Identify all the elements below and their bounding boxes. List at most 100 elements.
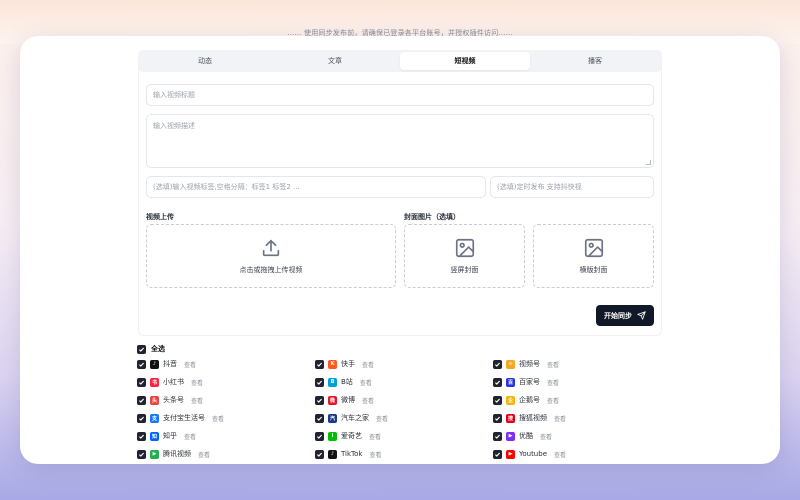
platform-logo-icon: 知 xyxy=(150,431,159,441)
platform-logo-icon: 汽 xyxy=(328,413,337,423)
check-icon xyxy=(317,452,323,457)
check-icon xyxy=(495,416,501,421)
tab-dynamic[interactable]: 动态 xyxy=(140,52,270,70)
platform-checkbox[interactable] xyxy=(315,395,324,405)
check-icon xyxy=(139,380,145,385)
video-upload-dropzone[interactable]: 点击或拖拽上传视频 xyxy=(146,224,396,288)
platform-view-link[interactable]: 查看 xyxy=(212,414,224,423)
platform-item[interactable]: ∞ 视频号 查看 xyxy=(493,358,559,370)
vertical-cover-caption: 竖屏封面 xyxy=(450,266,479,274)
platform-checkbox[interactable] xyxy=(315,431,324,441)
start-sync-button[interactable]: 开始同步 xyxy=(596,305,654,326)
vertical-cover-dropzone[interactable]: 竖屏封面 xyxy=(404,224,525,288)
platform-item[interactable]: i 爱奇艺 查看 xyxy=(315,430,381,442)
publish-card: 动态 文章 短视频 播客 输入视频标题 输入视频描述 (选填)输入视频标签,空格… xyxy=(20,36,780,464)
platform-item[interactable]: 知知乎 查看 xyxy=(137,430,196,442)
platform-item[interactable]: 百百家号 查看 xyxy=(493,376,559,388)
platform-view-link[interactable]: 查看 xyxy=(547,378,559,387)
platform-view-link[interactable]: 查看 xyxy=(198,450,210,459)
platform-item[interactable]: ♪ TikTok 查看 xyxy=(315,448,382,460)
platform-view-link[interactable]: 查看 xyxy=(540,432,552,441)
platform-view-link[interactable]: 查看 xyxy=(547,360,559,369)
platform-view-link[interactable]: 查看 xyxy=(547,396,559,405)
platform-item[interactable]: 搜搜狐视频 查看 xyxy=(493,412,566,424)
video-tags-input[interactable]: (选填)输入视频标签,空格分隔：标签1 标签2 ... xyxy=(146,176,486,198)
platform-view-link[interactable]: 查看 xyxy=(362,360,374,369)
start-sync-label: 开始同步 xyxy=(604,311,632,320)
platform-view-link[interactable]: 查看 xyxy=(362,396,374,405)
check-icon xyxy=(139,362,145,367)
platform-view-link[interactable]: 查看 xyxy=(191,396,203,405)
check-icon xyxy=(317,398,323,403)
platform-name: TikTok xyxy=(341,450,363,458)
platform-view-link[interactable]: 查看 xyxy=(184,360,196,369)
platform-logo-icon: i xyxy=(328,431,337,441)
platform-checkbox[interactable] xyxy=(493,449,502,459)
video-description-placeholder: 输入视频描述 xyxy=(153,122,195,130)
platform-checkbox[interactable] xyxy=(315,449,324,459)
platform-logo-icon: B xyxy=(328,377,337,387)
check-icon xyxy=(139,347,145,352)
tab-article[interactable]: 文章 xyxy=(270,52,400,70)
platform-checkbox[interactable] xyxy=(315,377,324,387)
platform-checkbox[interactable] xyxy=(137,449,146,459)
check-icon xyxy=(139,434,145,439)
check-icon xyxy=(317,380,323,385)
video-description-textarea[interactable]: 输入视频描述 xyxy=(146,114,654,168)
video-title-input[interactable]: 输入视频标题 xyxy=(146,84,654,106)
platform-view-link[interactable]: 查看 xyxy=(184,432,196,441)
platform-logo-icon: 企 xyxy=(506,395,515,405)
platform-item[interactable]: 汽汽车之家 查看 xyxy=(315,412,388,424)
cover-image-label: 封面图片（选填） xyxy=(404,213,460,221)
platform-checkbox[interactable] xyxy=(315,413,324,423)
platform-name: 支付宝生活号 xyxy=(163,414,205,422)
platform-checkbox[interactable] xyxy=(493,395,502,405)
schedule-publish-input[interactable]: (选填)定时发布 支持抖快视 xyxy=(490,176,654,198)
platform-checkbox[interactable] xyxy=(493,413,502,423)
resize-handle-icon[interactable] xyxy=(646,160,651,165)
platform-name: 小红书 xyxy=(163,378,184,386)
platform-item[interactable]: ▶ 腾讯视频 查看 xyxy=(137,448,210,460)
platform-logo-icon: ♪ xyxy=(328,449,337,459)
select-all-checkbox[interactable] xyxy=(137,344,146,354)
platform-checkbox[interactable] xyxy=(493,359,502,369)
platform-item[interactable]: ♪ 抖音 查看 xyxy=(137,358,196,370)
platform-item[interactable]: 头头条号 查看 xyxy=(137,394,203,406)
platform-item[interactable]: B B站 查看 xyxy=(315,376,372,388)
tab-podcast[interactable]: 播客 xyxy=(530,52,660,70)
platform-item[interactable]: K 快手 查看 xyxy=(315,358,374,370)
platform-checkbox[interactable] xyxy=(493,431,502,441)
platform-item[interactable]: 支支付宝生活号 查看 xyxy=(137,412,224,424)
platform-item[interactable]: 企企鹅号 查看 xyxy=(493,394,559,406)
platform-view-link[interactable]: 查看 xyxy=(369,450,381,459)
check-icon xyxy=(139,398,145,403)
platform-name: 微博 xyxy=(341,396,355,404)
check-icon xyxy=(317,416,323,421)
platform-logo-icon: 搜 xyxy=(506,413,515,423)
platform-checkbox[interactable] xyxy=(137,395,146,405)
platform-checkbox[interactable] xyxy=(315,359,324,369)
platform-checkbox[interactable] xyxy=(493,377,502,387)
image-icon xyxy=(584,238,603,258)
platform-view-link[interactable]: 查看 xyxy=(554,450,566,459)
platform-item[interactable]: ▶ Youtube 查看 xyxy=(493,448,566,460)
platform-checkbox[interactable] xyxy=(137,413,146,423)
select-all-row[interactable]: 全选 xyxy=(137,344,165,354)
platform-item[interactable]: 书小红书 查看 xyxy=(137,376,203,388)
platform-logo-icon: ▶ xyxy=(150,449,159,459)
tab-short-video[interactable]: 短视频 xyxy=(400,52,530,70)
platform-checkbox[interactable] xyxy=(137,377,146,387)
platform-name: 汽车之家 xyxy=(341,414,369,422)
platform-view-link[interactable]: 查看 xyxy=(360,378,372,387)
check-icon xyxy=(495,380,501,385)
platform-checkbox[interactable] xyxy=(137,359,146,369)
platform-view-link[interactable]: 查看 xyxy=(191,378,203,387)
platform-view-link[interactable]: 查看 xyxy=(554,414,566,423)
platform-item[interactable]: ▶ 优酷 查看 xyxy=(493,430,552,442)
horizontal-cover-dropzone[interactable]: 横版封面 xyxy=(533,224,654,288)
platform-item[interactable]: 微微博 查看 xyxy=(315,394,374,406)
platform-checkbox[interactable] xyxy=(137,431,146,441)
platform-view-link[interactable]: 查看 xyxy=(369,432,381,441)
platform-logo-icon: 百 xyxy=(506,377,515,387)
platform-view-link[interactable]: 查看 xyxy=(376,414,388,423)
